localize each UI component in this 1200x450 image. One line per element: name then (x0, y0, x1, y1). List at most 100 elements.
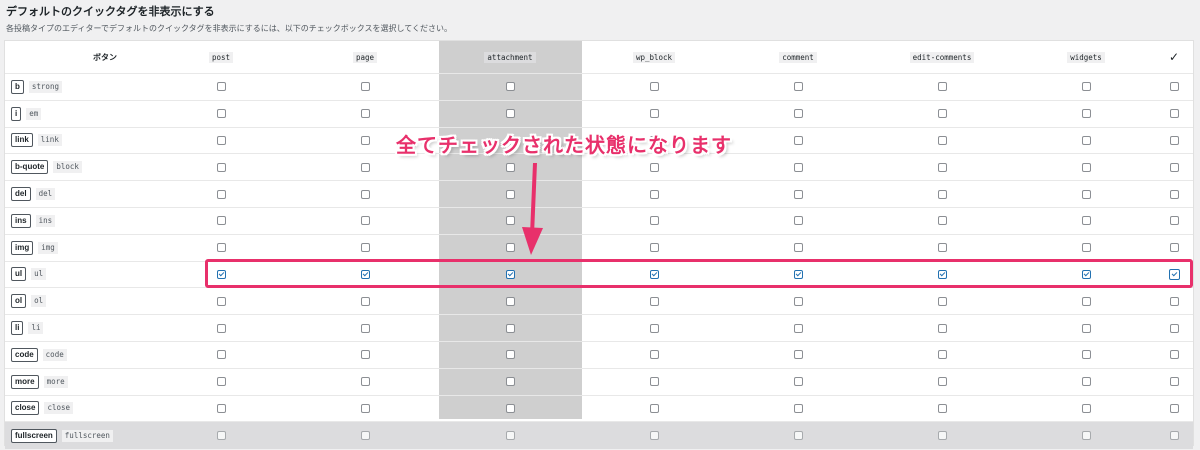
checkbox-strong-attachment[interactable] (505, 82, 515, 92)
checkbox-block-page[interactable] (360, 162, 370, 172)
checkbox-link-post[interactable] (216, 135, 226, 145)
checkbox-code-all[interactable] (1169, 350, 1179, 360)
checkbox-code-attachment[interactable] (505, 350, 515, 360)
checkbox-em-post[interactable] (216, 109, 226, 119)
checkbox-em-wp_block[interactable] (649, 109, 659, 119)
checkbox-block-post[interactable] (216, 162, 226, 172)
checkbox-fullscreen-wp_block[interactable] (649, 431, 659, 441)
checkbox-ol-widgets[interactable] (1081, 296, 1091, 306)
checkbox-ol-post[interactable] (216, 296, 226, 306)
checkbox-strong-all[interactable] (1169, 82, 1179, 92)
checkbox-close-wp_block[interactable] (649, 403, 659, 413)
checkbox-ol-all[interactable] (1169, 296, 1179, 306)
checkbox-li-page[interactable] (360, 323, 370, 333)
checkbox-more-attachment[interactable] (505, 377, 515, 387)
checkbox-img-comment[interactable] (793, 243, 803, 253)
checkbox-more-post[interactable] (216, 377, 226, 387)
checkbox-ol-edit-comments[interactable] (937, 296, 947, 306)
checkbox-close-edit-comments[interactable] (937, 403, 947, 413)
checkbox-fullscreen-edit-comments[interactable] (937, 431, 947, 441)
checkbox-ins-comment[interactable] (793, 216, 803, 226)
checkbox-img-all[interactable] (1169, 243, 1179, 253)
checkbox-more-comment[interactable] (793, 377, 803, 387)
checkbox-more-wp_block[interactable] (649, 377, 659, 387)
checkbox-fullscreen-post[interactable] (216, 431, 226, 441)
checkbox-block-all[interactable] (1169, 162, 1179, 172)
checkbox-strong-wp_block[interactable] (649, 82, 659, 92)
checkbox-close-post[interactable] (216, 403, 226, 413)
checkbox-ins-post[interactable] (216, 216, 226, 226)
checkbox-li-comment[interactable] (793, 323, 803, 333)
checkbox-more-edit-comments[interactable] (937, 377, 947, 387)
checkbox-more-page[interactable] (360, 377, 370, 387)
checkbox-strong-post[interactable] (216, 82, 226, 92)
checkbox-li-edit-comments[interactable] (937, 323, 947, 333)
checkbox-ins-attachment[interactable] (505, 216, 515, 226)
checkbox-block-edit-comments[interactable] (937, 162, 947, 172)
checkbox-em-edit-comments[interactable] (937, 109, 947, 119)
checkbox-code-widgets[interactable] (1081, 350, 1091, 360)
checkbox-code-post[interactable] (216, 350, 226, 360)
checkbox-li-all[interactable] (1169, 323, 1179, 333)
checkbox-close-comment[interactable] (793, 403, 803, 413)
checkbox-em-widgets[interactable] (1081, 109, 1091, 119)
checkbox-fullscreen-attachment[interactable] (505, 431, 515, 441)
checkbox-ol-attachment[interactable] (505, 296, 515, 306)
checkbox-strong-page[interactable] (360, 82, 370, 92)
checkbox-del-edit-comments[interactable] (937, 189, 947, 199)
checkbox-em-page[interactable] (360, 109, 370, 119)
checkbox-fullscreen-widgets[interactable] (1081, 431, 1091, 441)
checkbox-link-all[interactable] (1169, 135, 1179, 145)
checkbox-block-comment[interactable] (793, 162, 803, 172)
checkbox-more-all[interactable] (1169, 377, 1179, 387)
checkbox-li-post[interactable] (216, 323, 226, 333)
checkbox-img-attachment[interactable] (505, 243, 515, 253)
checkbox-block-wp_block[interactable] (649, 162, 659, 172)
checkbox-del-widgets[interactable] (1081, 189, 1091, 199)
checkbox-del-post[interactable] (216, 189, 226, 199)
checkbox-code-page[interactable] (360, 350, 370, 360)
checkbox-fullscreen-page[interactable] (360, 431, 370, 441)
checkbox-del-wp_block[interactable] (649, 189, 659, 199)
checkbox-more-widgets[interactable] (1081, 377, 1091, 387)
checkbox-close-all[interactable] (1169, 403, 1179, 413)
checkbox-img-post[interactable] (216, 243, 226, 253)
checkbox-link-comment[interactable] (793, 135, 803, 145)
checkbox-link-page[interactable] (360, 135, 370, 145)
checkbox-strong-edit-comments[interactable] (937, 82, 947, 92)
checkbox-close-widgets[interactable] (1081, 403, 1091, 413)
checkbox-ins-edit-comments[interactable] (937, 216, 947, 226)
checkbox-fullscreen-all[interactable] (1169, 431, 1179, 441)
checkbox-strong-widgets[interactable] (1081, 82, 1091, 92)
checkbox-block-attachment[interactable] (505, 162, 515, 172)
checkbox-ol-wp_block[interactable] (649, 296, 659, 306)
checkbox-em-attachment[interactable] (505, 109, 515, 119)
checkbox-li-widgets[interactable] (1081, 323, 1091, 333)
checkbox-close-page[interactable] (360, 403, 370, 413)
checkbox-code-comment[interactable] (793, 350, 803, 360)
checkbox-img-wp_block[interactable] (649, 243, 659, 253)
checkbox-ins-widgets[interactable] (1081, 216, 1091, 226)
checkbox-li-wp_block[interactable] (649, 323, 659, 333)
checkbox-ol-page[interactable] (360, 296, 370, 306)
checkbox-em-comment[interactable] (793, 109, 803, 119)
checkbox-link-widgets[interactable] (1081, 135, 1091, 145)
checkbox-strong-comment[interactable] (793, 82, 803, 92)
checkbox-del-page[interactable] (360, 189, 370, 199)
checkbox-fullscreen-comment[interactable] (793, 431, 803, 441)
header-cell-select-all[interactable]: ✓ (1159, 41, 1189, 73)
checkbox-img-widgets[interactable] (1081, 243, 1091, 253)
checkbox-code-edit-comments[interactable] (937, 350, 947, 360)
checkbox-del-comment[interactable] (793, 189, 803, 199)
checkbox-img-edit-comments[interactable] (937, 243, 947, 253)
checkbox-link-edit-comments[interactable] (937, 135, 947, 145)
checkbox-ins-wp_block[interactable] (649, 216, 659, 226)
checkbox-close-attachment[interactable] (505, 403, 515, 413)
checkbox-ins-all[interactable] (1169, 216, 1179, 226)
checkbox-em-all[interactable] (1169, 109, 1179, 119)
checkbox-ol-comment[interactable] (793, 296, 803, 306)
checkbox-del-attachment[interactable] (505, 189, 515, 199)
checkbox-img-page[interactable] (360, 243, 370, 253)
checkbox-ins-page[interactable] (360, 216, 370, 226)
select-all-checkmark-icon[interactable]: ✓ (1169, 50, 1179, 64)
